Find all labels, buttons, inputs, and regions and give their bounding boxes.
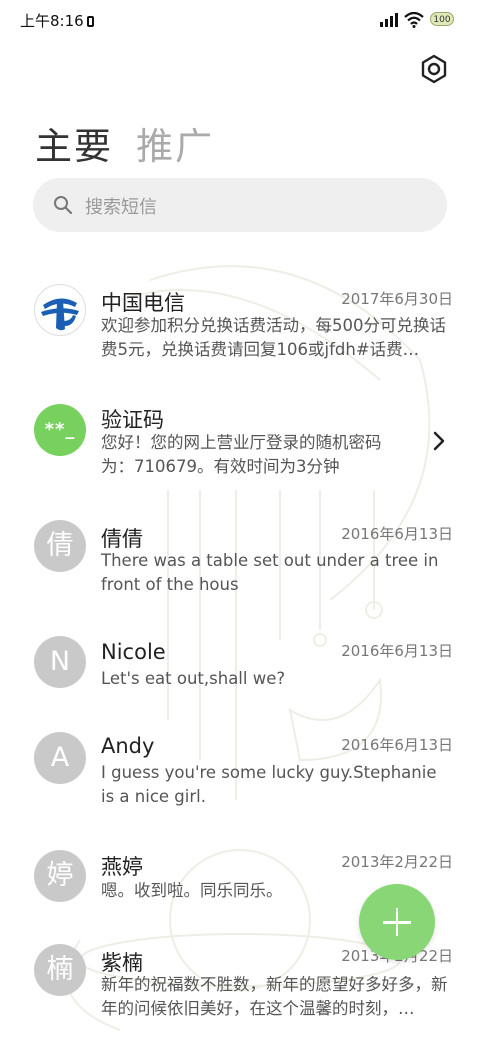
- message-date: 2017年6月30日: [341, 290, 453, 308]
- battery-icon: 100: [430, 12, 454, 26]
- vibrate-icon: [86, 16, 94, 27]
- tab-promotions[interactable]: 推广: [136, 116, 214, 170]
- message-preview: 新年的祝福数不胜数，新年的愿望好多好多，新年的问候依旧美好，在这个温馨的时刻，…: [101, 975, 448, 1018]
- clock-text: 上午8:16: [20, 12, 84, 30]
- contact-name: 验证码: [101, 408, 164, 432]
- contact-name: 中国电信: [101, 291, 185, 315]
- message-preview: I guess you're some lucky guy.Stephanie …: [101, 763, 437, 806]
- contact-avatar: 婷: [34, 850, 86, 902]
- message-date: 2016年6月13日: [341, 525, 453, 543]
- message-preview: 您好！您的网上营业厅登录的随机密码为：710679。有效时间为3分钟: [101, 433, 382, 476]
- chevron-right-icon[interactable]: [432, 431, 446, 451]
- contact-name: Nicole: [101, 640, 166, 664]
- message-preview: Let's eat out,shall we?: [101, 669, 286, 688]
- search-input[interactable]: 搜索短信: [33, 178, 447, 232]
- search-icon: [54, 196, 73, 215]
- contact-avatar: 倩: [34, 520, 86, 572]
- contact-avatar: 楠: [34, 944, 86, 996]
- message-date: 2013年2月22日: [341, 853, 453, 871]
- contact-name: Andy: [101, 734, 155, 758]
- wifi-icon: [404, 12, 424, 28]
- contact-avatar: N: [34, 636, 86, 688]
- plus-icon-vertical: [395, 908, 399, 936]
- new-message-button[interactable]: [359, 884, 435, 960]
- status-time: 上午8:16: [20, 10, 94, 31]
- contact-name: 燕婷: [101, 855, 143, 879]
- message-preview: 欢迎参加积分兑换话费活动，每500分可兑换话费5元，兑换话费请回复106或jfd…: [101, 316, 446, 359]
- battery-level: 100: [433, 15, 451, 25]
- message-date: 2016年6月13日: [341, 642, 453, 660]
- status-bar: 上午8:16 100: [0, 0, 480, 42]
- contact-avatar: A: [34, 732, 86, 784]
- signal-icon: [380, 13, 398, 27]
- search-placeholder: 搜索短信: [85, 197, 157, 218]
- message-date: 2016年6月13日: [341, 736, 453, 754]
- tab-bar: 主要 推广: [35, 116, 232, 170]
- china-telecom-logo-icon: [34, 284, 86, 336]
- message-preview: There was a table set out under a tree i…: [101, 551, 439, 594]
- settings-gear-icon[interactable]: [418, 53, 450, 85]
- verification-code-avatar: **_: [34, 404, 86, 456]
- tab-primary[interactable]: 主要: [35, 116, 113, 170]
